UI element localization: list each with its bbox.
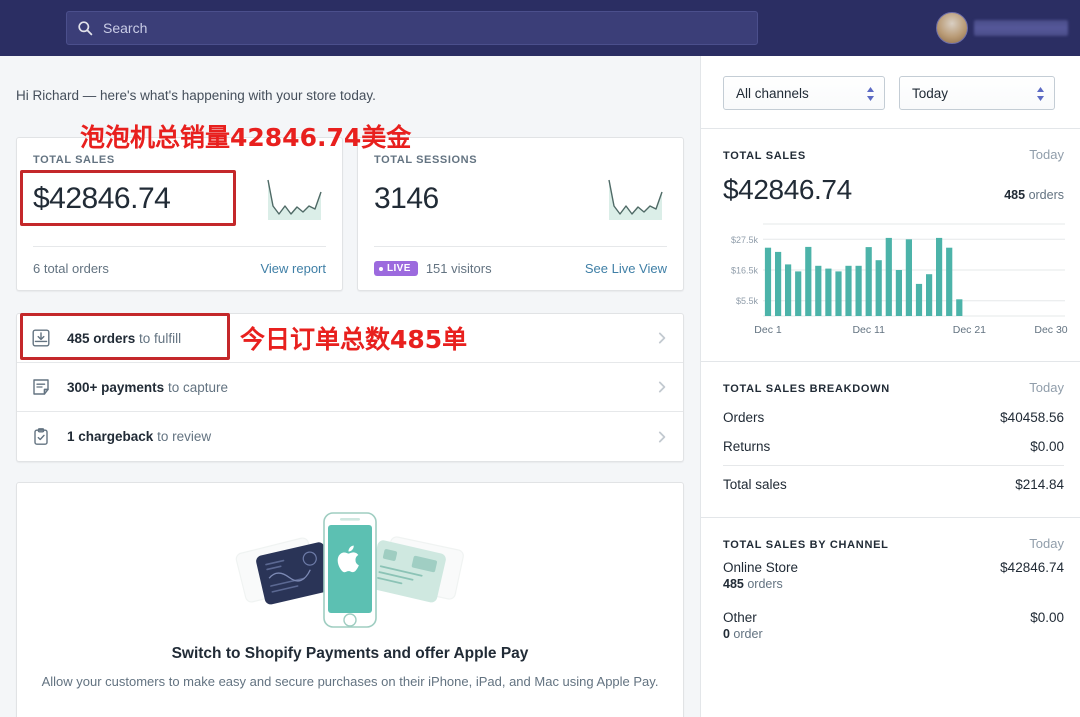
svg-text:$16.5k: $16.5k: [731, 266, 759, 276]
breakdown-value-total: $214.84: [1015, 477, 1064, 492]
total-sessions-card[interactable]: TOTAL SESSIONS 3146 LIVE: [357, 137, 684, 291]
total-sales-breakdown-section: TOTAL SALES BREAKDOWN Today Orders $4045…: [701, 361, 1080, 517]
top-navigation-bar: [0, 0, 1080, 56]
sales-sparkline-icon: [264, 176, 326, 222]
period-select-value: Today: [912, 86, 948, 101]
chevron-right-icon[interactable]: [655, 331, 669, 345]
channel-orders-count-other: 0: [723, 627, 730, 641]
shopify-dashboard: Hi Richard — here's what's happening wit…: [0, 0, 1080, 717]
by-channel-title: TOTAL SALES BY CHANNEL: [723, 539, 889, 551]
live-dot-icon: [379, 267, 383, 271]
main-column: Hi Richard — here's what's happening wit…: [0, 56, 700, 717]
channel-orders-word-online-store: orders: [744, 577, 783, 591]
period-select[interactable]: Today: [899, 76, 1055, 110]
total-sales-card[interactable]: TOTAL SALES $42846.74 6 total orders Vie…: [16, 137, 343, 291]
by-channel-period: Today: [1029, 536, 1064, 551]
view-report-link[interactable]: View report: [260, 261, 326, 276]
filters-row: All channels Today: [701, 56, 1080, 128]
channel-row-online-store: Online Store 485 orders $42846.74: [723, 551, 1064, 591]
channel-select[interactable]: All channels: [723, 76, 885, 110]
inbox-download-icon: [31, 328, 51, 348]
svg-text:$5.5k: $5.5k: [736, 296, 759, 306]
breakdown-row-total: Total sales $214.84: [723, 465, 1064, 499]
channel-row-other: Other 0 order $0.00: [723, 601, 1064, 641]
chevron-right-icon[interactable]: [655, 430, 669, 444]
apple-pay-promo-card[interactable]: Switch to Shopify Payments and offer App…: [16, 482, 684, 717]
total-sales-section-period: Today: [1029, 147, 1064, 162]
svg-text:Dec 1: Dec 1: [754, 324, 782, 336]
channel-orders-online-store: 485 orders: [723, 577, 798, 591]
total-sales-bar-chart: $5.5k $16.5k $27.5k Dec 1 Dec 11 Dec 21 Dec 30: [723, 220, 1069, 338]
breakdown-value-orders: $40458.56: [1000, 410, 1064, 425]
total-sales-amount: $42846.74: [723, 174, 852, 206]
search-bar[interactable]: [66, 11, 758, 45]
task-row-payments-to-capture[interactable]: 300+ payments to capture: [17, 363, 683, 412]
total-sales-card-orders: 6 total orders: [33, 261, 109, 276]
breakdown-row-orders: Orders $40458.56: [723, 403, 1064, 432]
svg-text:Dec 30: Dec 30: [1034, 324, 1067, 336]
search-input[interactable]: [103, 20, 747, 36]
channel-name-online-store: Online Store: [723, 560, 798, 575]
channel-amount-other: $0.00: [1030, 610, 1064, 625]
total-sessions-card-visitors: 151 visitors: [426, 261, 492, 276]
sessions-sparkline-icon: [605, 176, 667, 222]
breakdown-title: TOTAL SALES BREAKDOWN: [723, 383, 890, 395]
total-sales-orders-count: 485: [1004, 188, 1025, 202]
promo-title: Switch to Shopify Payments and offer App…: [37, 645, 663, 663]
breakdown-label-total: Total sales: [723, 477, 787, 492]
channel-name-other: Other: [723, 610, 763, 625]
breakdown-value-returns: $0.00: [1030, 439, 1064, 454]
total-sales-orders-word: orders: [1025, 188, 1064, 202]
breakdown-period: Today: [1029, 380, 1064, 395]
kpi-card-row: TOTAL SALES $42846.74 6 total orders Vie…: [16, 137, 684, 291]
annotation-orders-note: 今日订单总数485单: [240, 320, 467, 356]
task-rest-chargeback: to review: [153, 429, 211, 444]
channel-amount-online-store: $42846.74: [1000, 560, 1064, 575]
task-label-payments: 300+ payments to capture: [67, 380, 655, 395]
total-sales-orders-note: 485 orders: [1004, 188, 1064, 202]
task-rest-payments: to capture: [164, 380, 228, 395]
channel-orders-count-online-store: 485: [723, 577, 744, 591]
channel-select-value: All channels: [736, 86, 809, 101]
breakdown-label-returns: Returns: [723, 439, 770, 454]
total-sales-card-value: $42846.74: [33, 182, 170, 216]
chevron-right-icon[interactable]: [655, 380, 669, 394]
store-name-redacted: [974, 20, 1068, 36]
total-sales-section-title: TOTAL SALES: [723, 150, 806, 162]
page-content: Hi Richard — here's what's happening wit…: [0, 56, 1080, 717]
apple-pay-phone-cards-illustration: [37, 501, 663, 639]
see-live-view-link[interactable]: See Live View: [585, 261, 667, 276]
total-sessions-card-label: TOTAL SESSIONS: [374, 154, 667, 166]
live-badge-label: LIVE: [387, 263, 411, 274]
account-menu[interactable]: [936, 10, 1068, 46]
live-badge: LIVE: [374, 261, 418, 276]
total-sales-by-channel-section: TOTAL SALES BY CHANNEL Today Online Stor…: [701, 517, 1080, 659]
svg-text:$27.5k: $27.5k: [731, 235, 759, 245]
insights-sidebar: All channels Today TOTAL S: [700, 56, 1080, 717]
total-sessions-card-value: 3146: [374, 182, 439, 216]
clipboard-check-icon: [31, 427, 51, 447]
annotation-total-sales-note: 泡泡机总销量42846.74美金: [80, 118, 411, 154]
channel-orders-word-other: order: [730, 627, 763, 641]
search-icon: [77, 20, 93, 36]
receipt-icon: [31, 377, 51, 397]
breakdown-row-returns: Returns $0.00: [723, 432, 1064, 461]
breakdown-label-orders: Orders: [723, 410, 764, 425]
task-label-chargeback: 1 chargeback to review: [67, 429, 655, 444]
total-sales-section: TOTAL SALES Today $42846.74 485 orders $…: [701, 128, 1080, 361]
task-row-chargeback-to-review[interactable]: 1 chargeback to review: [17, 412, 683, 461]
svg-text:Dec 21: Dec 21: [953, 324, 986, 336]
task-strong-orders: 485 orders: [67, 331, 135, 346]
task-rest-orders: to fulfill: [135, 331, 181, 346]
avatar[interactable]: [936, 12, 968, 44]
stepper-arrows-icon[interactable]: [866, 84, 875, 104]
channel-orders-other: 0 order: [723, 627, 763, 641]
task-strong-payments: 300+ payments: [67, 380, 164, 395]
total-sales-card-label: TOTAL SALES: [33, 154, 326, 166]
greeting-text: Hi Richard — here's what's happening wit…: [16, 88, 684, 103]
promo-subtitle: Allow your customers to make easy and se…: [37, 672, 663, 692]
svg-text:Dec 11: Dec 11: [852, 324, 885, 336]
task-strong-chargeback: 1 chargeback: [67, 429, 153, 444]
stepper-arrows-icon[interactable]: [1036, 84, 1045, 104]
